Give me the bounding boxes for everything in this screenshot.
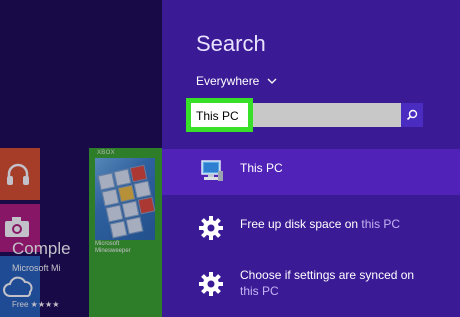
- computer-icon: [201, 160, 223, 181]
- result-label: Choose if settings are synced on this PC: [240, 268, 415, 298]
- chevron-down-icon: [267, 78, 277, 84]
- start-screen-dim-overlay: [0, 0, 162, 317]
- start-screen: XBOX Microsoft Minesweeper Comple Micros…: [0, 0, 162, 317]
- search-button[interactable]: [401, 103, 423, 127]
- result-label: This PC: [240, 161, 283, 175]
- result-sync-settings[interactable]: Choose if settings are synced on this PC: [162, 261, 460, 307]
- search-scope-dropdown[interactable]: Everywhere: [196, 74, 277, 88]
- search-pane: Search Everywhere This PC This PC Free u…: [162, 0, 460, 317]
- result-free-disk-space[interactable]: Free up disk space on this PC: [162, 205, 460, 251]
- search-input[interactable]: [196, 108, 250, 124]
- result-this-pc[interactable]: This PC: [162, 149, 460, 195]
- result-label: Free up disk space on this PC: [240, 217, 401, 231]
- gear-icon: [199, 216, 223, 240]
- search-box-highlight: [186, 98, 253, 132]
- search-title: Search: [196, 31, 266, 56]
- gear-icon: [199, 272, 223, 296]
- search-icon: [406, 109, 418, 121]
- search-input-field[interactable]: [253, 103, 401, 127]
- search-results: This PC Free up disk space on this PC Ch…: [162, 149, 460, 317]
- search-scope-label: Everywhere: [196, 74, 260, 88]
